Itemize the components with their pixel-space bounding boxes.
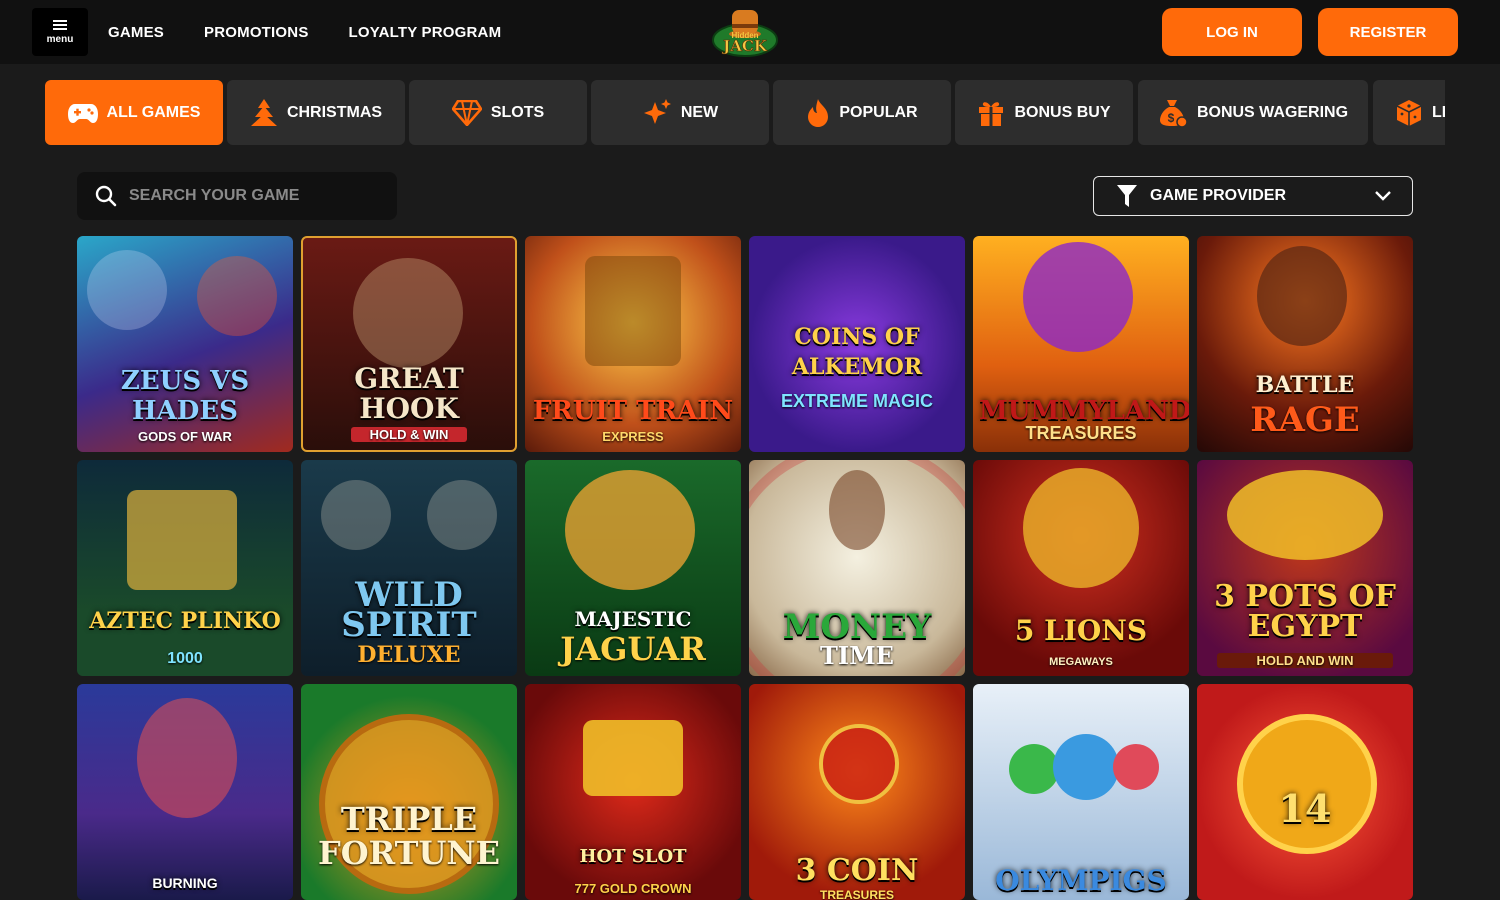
category-label: ALL GAMES	[106, 103, 201, 121]
nav-games[interactable]: GAMES	[108, 24, 164, 41]
gamepad-icon	[67, 103, 98, 123]
category-label: BONUS BUY	[1014, 103, 1111, 121]
game-subtitle: HOLD AND WIN	[1217, 653, 1393, 668]
hamburger-icon	[53, 19, 67, 30]
category-label: SLOTS	[490, 103, 545, 121]
game-tile[interactable]: MONEY TIME	[749, 460, 965, 676]
game-title: 3 POTS OF EGYPT	[1214, 579, 1396, 644]
category-live[interactable]: LI	[1373, 80, 1445, 145]
game-tile[interactable]: 3 COIN TREASURES	[749, 684, 965, 900]
game-subtitle: GODS OF WAR	[138, 429, 232, 444]
game-tile[interactable]: FRUIT TRAIN EXPRESS	[525, 236, 741, 452]
category-new[interactable]: NEW	[591, 80, 769, 145]
game-subtitle: DELUXE	[357, 642, 461, 668]
game-subtitle: 777 GOLD CROWN	[574, 881, 692, 896]
game-title: COINS OF ALKEMOR	[791, 324, 923, 380]
money-bag-icon: $	[1159, 99, 1188, 128]
game-tile[interactable]: 5 LIONS MEGAWAYS	[973, 460, 1189, 676]
category-label: LI	[1432, 103, 1445, 121]
game-title: MONEY	[782, 607, 932, 647]
game-subtitle: HOLD & WIN	[351, 427, 467, 442]
menu-button[interactable]: menu	[32, 8, 88, 56]
game-title: GREAT HOOK	[354, 362, 464, 425]
register-button[interactable]: REGISTER	[1318, 8, 1458, 56]
game-tile[interactable]: COINS OF ALKEMOR EXTREME MAGIC	[749, 236, 965, 452]
game-subtitle: TIME	[820, 641, 894, 670]
search-input[interactable]	[127, 186, 391, 206]
game-tile[interactable]: GREAT HOOK HOLD & WIN	[301, 236, 517, 452]
game-subtitle: FORTUNE	[318, 834, 500, 872]
game-tile[interactable]: MAJESTIC JAGUAR	[525, 460, 741, 676]
category-label: BONUS WAGERING	[1196, 103, 1349, 121]
game-title: 5 LIONS	[1014, 614, 1148, 647]
game-tile[interactable]: MUMMYLAND TREASURES	[973, 236, 1189, 452]
category-bar: ALL GAMES CHRISTMAS SLOTS NEW POPULAR BO…	[45, 80, 1445, 146]
category-slots[interactable]: SLOTS	[409, 80, 587, 145]
provider-label: GAME PROVIDER	[1150, 187, 1287, 204]
nav-loyalty-program[interactable]: LOYALTY PROGRAM	[349, 24, 502, 41]
game-tile[interactable]: OLYMPIGS	[973, 684, 1189, 900]
game-tile[interactable]: WILD SPIRIT DELUXE	[301, 460, 517, 676]
game-tile[interactable]: TRIPLE FORTUNE	[301, 684, 517, 900]
dice-icon	[1396, 99, 1422, 126]
search-icon	[95, 185, 117, 207]
game-subtitle: 1000	[167, 650, 203, 667]
nav-promotions[interactable]: PROMOTIONS	[204, 24, 309, 41]
game-subtitle: EXPRESS	[602, 429, 664, 444]
game-title: BATTLE	[1255, 372, 1355, 398]
filter-icon	[1117, 185, 1137, 207]
top-header: menu GAMES PROMOTIONS LOYALTY PROGRAM Hi…	[0, 0, 1500, 64]
game-tile[interactable]: ZEUS VS HADES GODS OF WAR	[77, 236, 293, 452]
game-title: BURNING	[152, 875, 218, 891]
category-label: NEW	[680, 103, 719, 121]
game-title: AZTEC PLINKO	[89, 608, 281, 634]
game-subtitle: TREASURES	[819, 888, 894, 900]
game-tile[interactable]: AZTEC PLINKO 1000	[77, 460, 293, 676]
login-button[interactable]: LOG IN	[1162, 8, 1302, 56]
category-label: POPULAR	[839, 103, 918, 121]
game-subtitle: EXTREME MAGIC	[780, 391, 933, 411]
diamond-icon	[451, 99, 482, 126]
sparkle-icon	[643, 98, 671, 124]
game-title: FRUIT TRAIN	[532, 396, 734, 426]
game-tile[interactable]: 3 POTS OF EGYPT HOLD AND WIN	[1197, 460, 1413, 676]
menu-label: menu	[46, 33, 74, 45]
game-title: HOT SLOT	[579, 846, 687, 867]
game-subtitle: RAGE	[1250, 400, 1360, 440]
svg-text:$: $	[1168, 111, 1175, 125]
game-provider-dropdown[interactable]: GAME PROVIDER	[1093, 176, 1413, 216]
game-title: ZEUS VS HADES	[120, 366, 250, 426]
category-christmas[interactable]: CHRISTMAS	[227, 80, 405, 145]
search-box	[77, 172, 397, 220]
game-tile[interactable]: BATTLE RAGE	[1197, 236, 1413, 452]
game-title: WILD SPIRIT	[341, 575, 477, 645]
game-subtitle: TREASURES	[1025, 423, 1137, 443]
game-tile[interactable]: BURNING	[77, 684, 293, 900]
logo-image: Hidden JACK	[712, 10, 778, 57]
chevron-down-icon	[1375, 191, 1391, 201]
gift-icon	[979, 101, 1004, 126]
tree-icon	[250, 98, 277, 126]
game-subtitle: MEGAWAYS	[1049, 656, 1113, 668]
main-nav: GAMES PROMOTIONS LOYALTY PROGRAM	[108, 0, 541, 64]
game-tile[interactable]: 14	[1197, 684, 1413, 900]
game-title: MUMMYLAND	[979, 396, 1189, 426]
game-subtitle: JAGUAR	[560, 630, 706, 668]
site-logo[interactable]: Hidden JACK	[712, 4, 778, 60]
category-all-games[interactable]: ALL GAMES	[45, 80, 223, 145]
svg-text:JACK: JACK	[721, 37, 768, 55]
category-label: CHRISTMAS	[286, 103, 383, 121]
game-title: 14	[1278, 786, 1332, 831]
game-title: OLYMPIGS	[995, 864, 1167, 897]
game-title: 3 COIN	[795, 853, 919, 888]
game-title: TRIPLE	[340, 800, 478, 838]
game-grid: ZEUS VS HADES GODS OF WAR GREAT HOOK HOL…	[77, 236, 1413, 900]
category-popular[interactable]: POPULAR	[773, 80, 951, 145]
category-bonus-buy[interactable]: BONUS BUY	[955, 80, 1133, 145]
game-tile[interactable]: HOT SLOT 777 GOLD CROWN	[525, 684, 741, 900]
flame-icon	[808, 98, 829, 127]
category-bonus-wagering[interactable]: $ BONUS WAGERING	[1138, 80, 1368, 145]
